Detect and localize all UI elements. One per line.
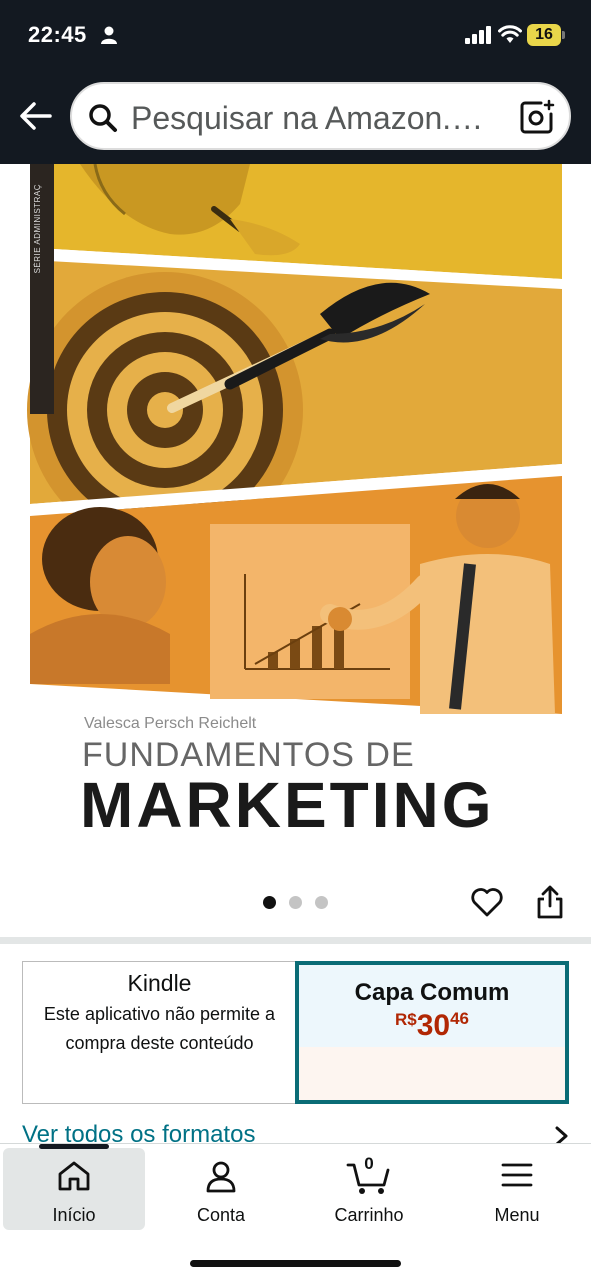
cover-series-label: SÉRIE ADMINISTRAÇ: [33, 184, 42, 274]
carousel-dot-3[interactable]: [315, 896, 328, 909]
account-icon: [206, 1161, 236, 1193]
status-time: 22:45: [28, 22, 87, 47]
home-icon: [58, 1161, 90, 1191]
nav-label-cart: Carrinho: [334, 1205, 404, 1225]
product-image[interactable]: SÉRIE ADMINISTRAÇ Valesca Persch Reichel…: [0, 164, 591, 884]
search-placeholder: Pesquisar na Amazon.…: [131, 100, 484, 136]
nav-label-home: Início: [52, 1205, 96, 1225]
format-paperback-title: Capa Comum: [354, 979, 510, 1006]
nav-item-menu[interactable]: Menu: [446, 1148, 588, 1230]
battery-level: 16: [535, 26, 553, 43]
price-fraction: 46: [450, 1009, 470, 1028]
back-arrow-icon[interactable]: [16, 96, 56, 136]
cover-title-line-2: MARKETING: [80, 769, 495, 841]
search-input[interactable]: Pesquisar na Amazon.…: [70, 82, 571, 150]
search-icon: [89, 104, 117, 132]
menu-icon: [501, 1163, 533, 1187]
format-option-paperback[interactable]: Capa Comum R$3046: [295, 961, 569, 1104]
carousel-dot-1[interactable]: [263, 896, 276, 909]
battery-indicator: 16: [527, 24, 565, 46]
camera-search-icon[interactable]: [519, 99, 555, 135]
wifi-icon: [498, 25, 522, 43]
format-option-kindle[interactable]: Kindle Este aplicativo não permite a com…: [22, 961, 297, 1104]
nav-label-menu: Menu: [494, 1205, 540, 1225]
nav-item-cart[interactable]: 0 Carrinho: [298, 1148, 440, 1230]
home-indicator[interactable]: [190, 1260, 401, 1267]
cart-icon: 0: [345, 1154, 393, 1196]
price-currency: R$: [394, 1010, 417, 1029]
carousel-dots[interactable]: [263, 896, 333, 910]
nav-item-account[interactable]: Conta: [150, 1148, 292, 1230]
section-divider: [0, 937, 591, 944]
cover-author: Valesca Persch Reichelt: [84, 715, 257, 732]
person-icon: [101, 26, 117, 44]
format-kindle-title: Kindle: [127, 970, 192, 996]
nav-item-home[interactable]: Início: [3, 1144, 145, 1230]
signal-icon: [465, 26, 491, 44]
share-icon[interactable]: [535, 884, 565, 920]
format-kindle-description: Este aplicativo não permite a compra des…: [43, 1004, 276, 1053]
status-bar: 22:45 16: [0, 0, 591, 70]
heart-icon[interactable]: [469, 884, 505, 920]
carousel-dot-2[interactable]: [289, 896, 302, 909]
cart-count-badge: 0: [364, 1154, 374, 1173]
format-paperback-price: R$3046: [299, 1009, 565, 1043]
price-whole: 30: [416, 1009, 451, 1042]
nav-label-account: Conta: [196, 1205, 246, 1225]
